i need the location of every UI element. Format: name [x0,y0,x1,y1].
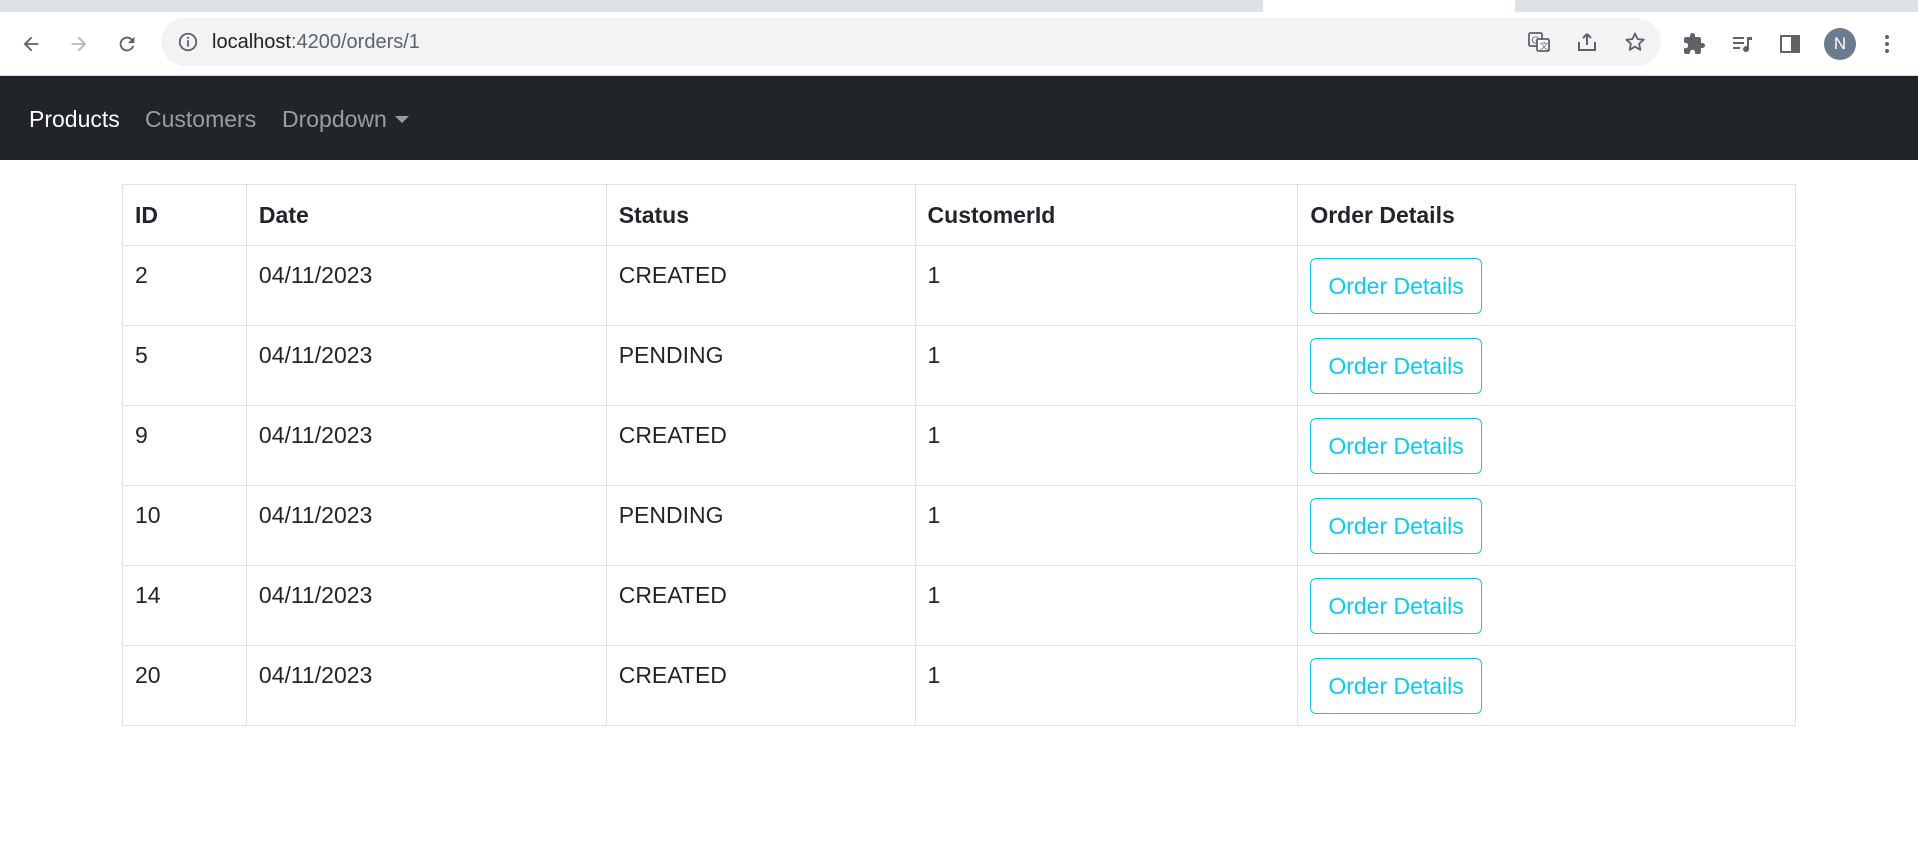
cell-status: CREATED [605,645,916,726]
cell-customer-id: 1 [914,325,1299,406]
table-row: 5 04/11/2023 PENDING 1 Order Details [122,325,1796,406]
reload-icon[interactable] [112,29,142,59]
nav-dropdown-toggle[interactable]: Dropdown [282,105,409,133]
cell-action: Order Details [1297,325,1796,406]
cell-action: Order Details [1297,405,1796,486]
orders-table: ID Date Status CustomerId Order Details … [122,184,1796,726]
cell-date: 04/11/2023 [245,645,607,726]
order-details-button[interactable]: Order Details [1310,578,1482,634]
cell-id: 2 [122,245,247,326]
cell-customer-id: 1 [914,645,1299,726]
caret-down-icon [394,116,409,123]
cell-customer-id: 1 [914,485,1299,566]
extensions-icon[interactable] [1679,29,1709,59]
url-text[interactable]: localhost:4200/orders/1 [212,30,420,54]
order-details-button[interactable]: Order Details [1310,658,1482,714]
browser-toolbar: localhost:4200/orders/1 G文 N [0,12,1918,75]
table-row: 14 04/11/2023 CREATED 1 Order Details [122,565,1796,646]
order-details-button[interactable]: Order Details [1310,338,1482,394]
column-header-date: Date [245,184,607,246]
column-header-customer-id: CustomerId [914,184,1299,246]
cell-id: 9 [122,405,247,486]
column-header-id: ID [122,184,247,246]
cell-action: Order Details [1297,485,1796,566]
cell-action: Order Details [1297,645,1796,726]
cell-date: 04/11/2023 [245,485,607,566]
side-panel-icon[interactable] [1775,29,1805,59]
cell-status: CREATED [605,565,916,646]
translate-icon[interactable]: G文 [1527,30,1551,54]
cell-date: 04/11/2023 [245,405,607,486]
header-row: ID Date Status CustomerId Order Details [122,184,1796,246]
profile-avatar[interactable]: N [1824,28,1856,60]
cell-status: PENDING [605,485,916,566]
column-header-order-details: Order Details [1297,184,1796,246]
nav-dropdown-label: Dropdown [282,106,387,132]
cell-action: Order Details [1297,565,1796,646]
order-details-button[interactable]: Order Details [1310,418,1482,474]
order-details-button[interactable]: Order Details [1310,498,1482,554]
table-body: 2 04/11/2023 CREATED 1 Order Details 5 0… [122,245,1796,726]
media-queue-icon[interactable] [1727,29,1757,59]
cell-status: CREATED [605,405,916,486]
nav-customers-link[interactable]: Customers [145,105,256,133]
order-details-button[interactable]: Order Details [1310,258,1482,314]
forward-arrow-icon[interactable] [64,29,94,59]
url-path: :4200/orders/1 [290,31,420,53]
nav-products-link[interactable]: Products [29,105,120,133]
url-host: localhost [212,31,291,53]
cell-customer-id: 1 [914,245,1299,326]
tab-strip [0,0,1918,12]
table-row: 10 04/11/2023 PENDING 1 Order Details [122,485,1796,566]
cell-id: 20 [122,645,247,726]
address-bar[interactable]: localhost:4200/orders/1 G文 [161,18,1661,66]
star-icon[interactable] [1623,30,1647,54]
cell-customer-id: 1 [914,565,1299,646]
cell-customer-id: 1 [914,405,1299,486]
cell-id: 14 [122,565,247,646]
cell-date: 04/11/2023 [245,565,607,646]
cell-date: 04/11/2023 [245,325,607,406]
table-row: 9 04/11/2023 CREATED 1 Order Details [122,405,1796,486]
back-arrow-icon[interactable] [16,29,46,59]
cell-id: 5 [122,325,247,406]
share-icon[interactable] [1575,30,1599,54]
cell-action: Order Details [1297,245,1796,326]
cell-status: CREATED [605,245,916,326]
active-tab[interactable] [1263,0,1515,12]
svg-text:文: 文 [1540,40,1549,51]
cell-status: PENDING [605,325,916,406]
cell-id: 10 [122,485,247,566]
table-header: ID Date Status CustomerId Order Details [122,184,1796,246]
app-navbar: Products Customers Dropdown [0,76,1918,160]
cell-date: 04/11/2023 [245,245,607,326]
table-row: 20 04/11/2023 CREATED 1 Order Details [122,645,1796,726]
info-icon[interactable] [177,31,199,53]
browser-chrome: localhost:4200/orders/1 G文 N [0,0,1918,76]
kebab-menu-icon[interactable] [1872,29,1902,59]
column-header-status: Status [605,184,916,246]
table-row: 2 04/11/2023 CREATED 1 Order Details [122,245,1796,326]
